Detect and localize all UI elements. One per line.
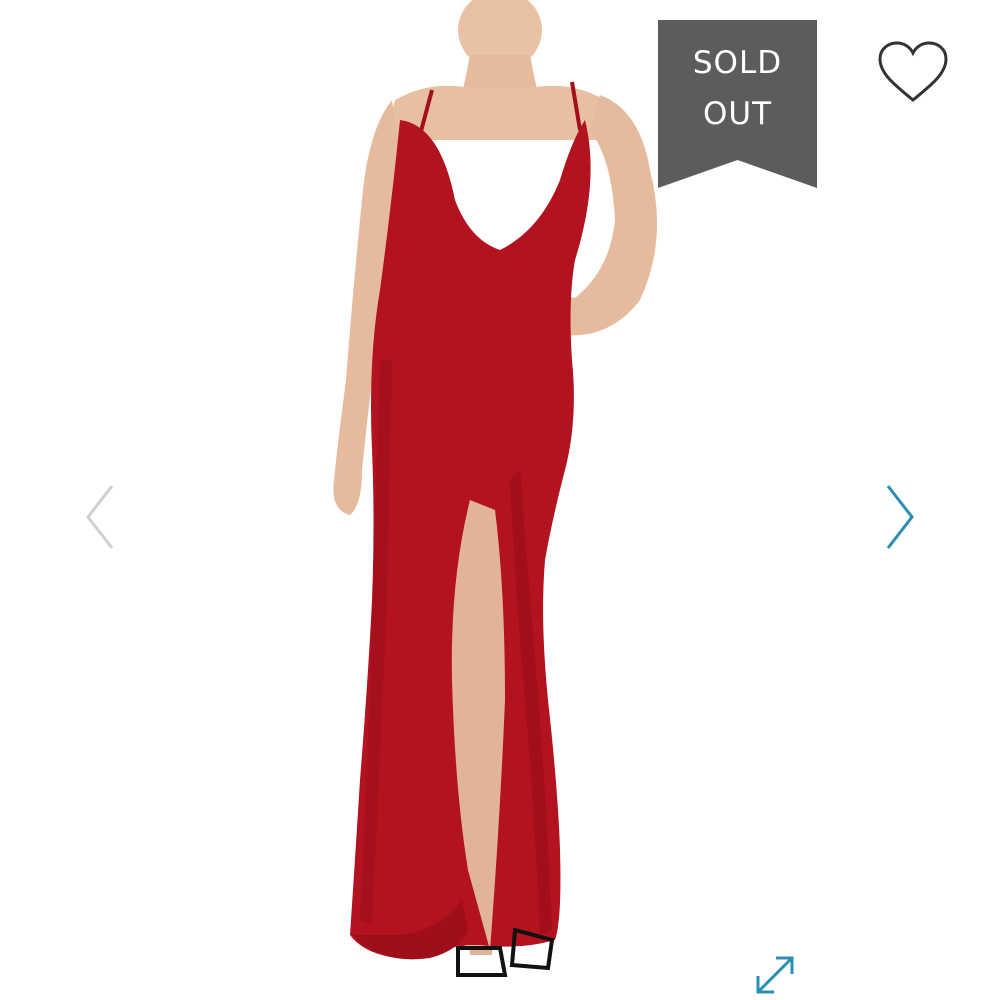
chevron-right-icon: [886, 485, 914, 549]
sold-out-badge: SOLD OUT: [658, 20, 817, 188]
next-image-button[interactable]: [882, 482, 918, 552]
sold-out-line-1: SOLD: [692, 45, 783, 81]
previous-image-button[interactable]: [82, 482, 118, 552]
expand-arrows-icon: [756, 956, 794, 994]
heart-outline-icon: [878, 41, 948, 102]
favorite-button[interactable]: [876, 40, 950, 106]
product-image-viewer: SOLD OUT: [0, 0, 1000, 1000]
expand-image-button[interactable]: [752, 952, 798, 998]
chevron-left-icon: [86, 485, 114, 549]
sold-out-line-2: OUT: [702, 96, 773, 132]
product-photo: [333, 0, 658, 977]
